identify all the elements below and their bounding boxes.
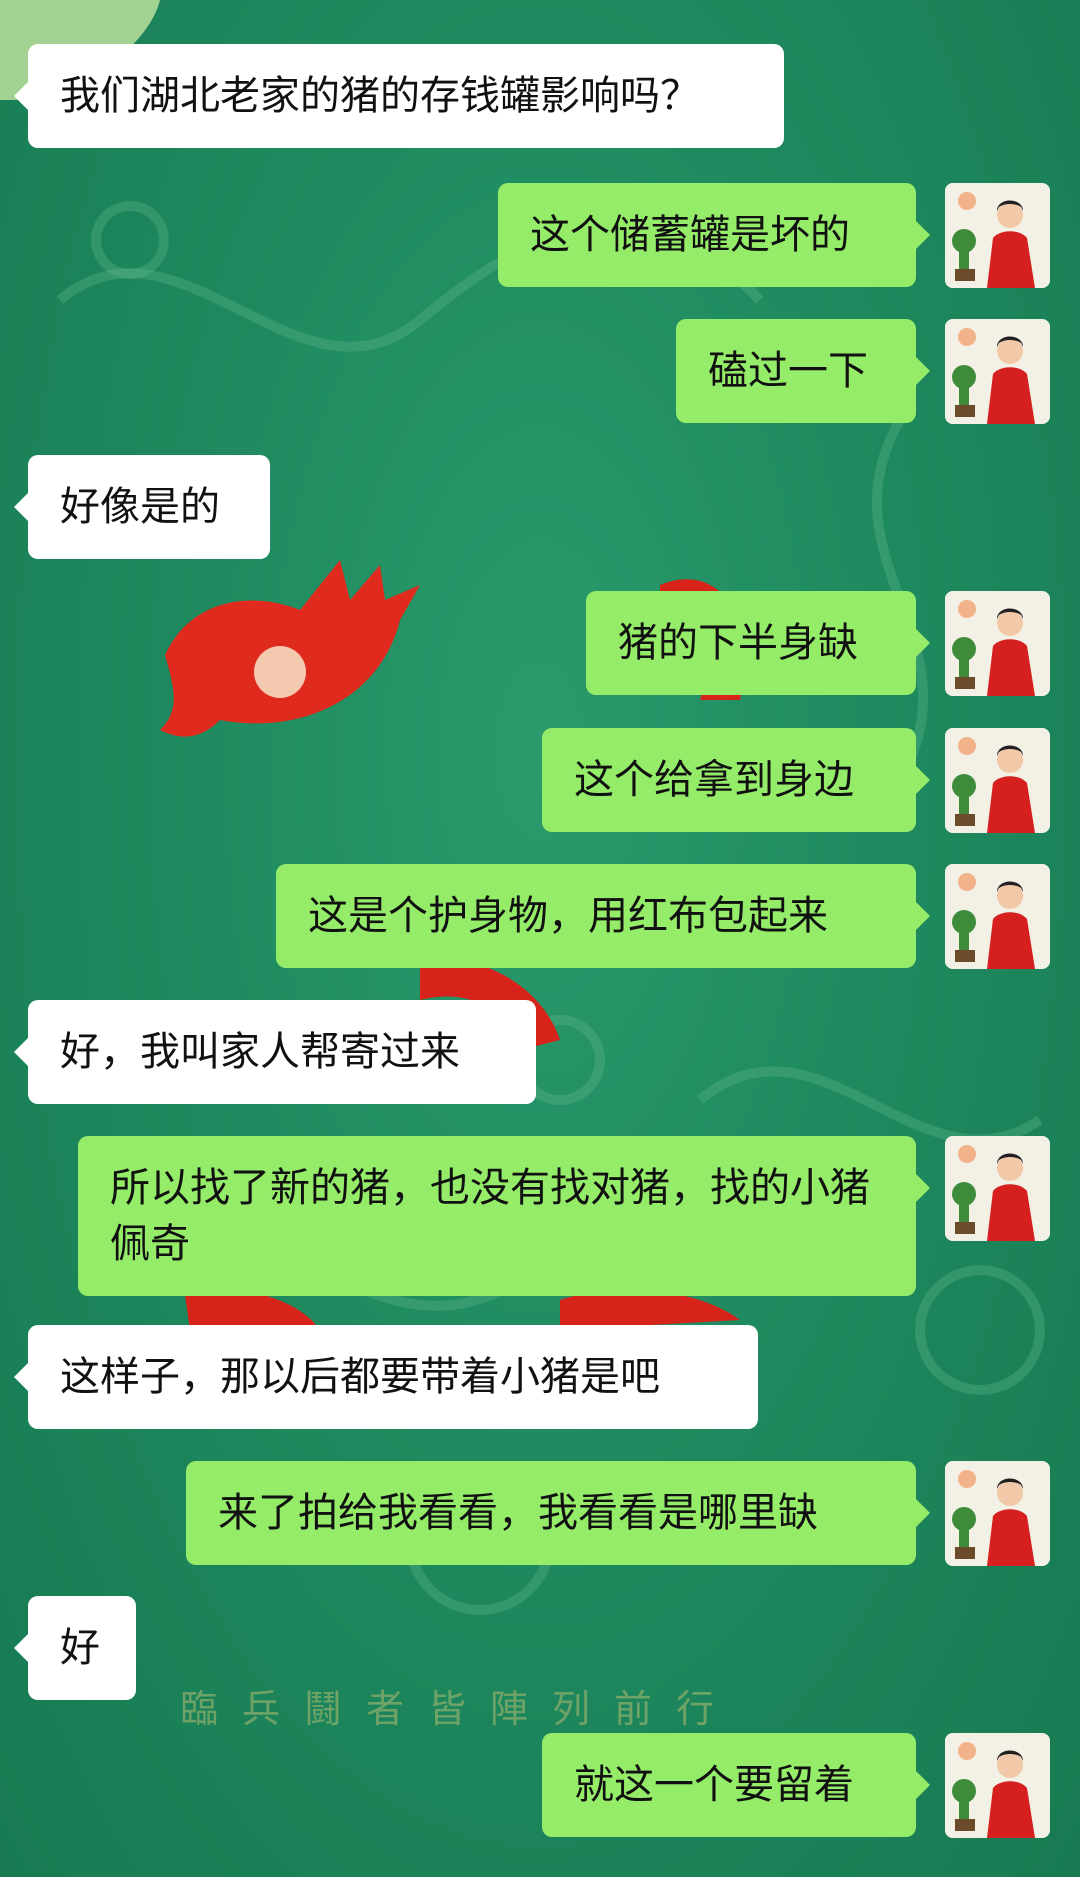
message-bubble-outgoing[interactable]: 就这一个要留着 <box>542 1733 930 1837</box>
avatar[interactable] <box>945 183 1050 288</box>
message-bubble-outgoing[interactable]: 这是个护身物，用红布包起来 <box>276 864 930 968</box>
message-bubble-outgoing[interactable]: 这个给拿到身边 <box>542 728 930 832</box>
avatar-woman-red-dress-icon <box>945 591 1050 696</box>
message-bubble-outgoing[interactable]: 这个储蓄罐是坏的 <box>498 183 930 287</box>
message-bubble-incoming[interactable]: 好，我叫家人帮寄过来 <box>14 1000 536 1104</box>
avatar-woman-red-dress-icon <box>945 1461 1050 1566</box>
avatar[interactable] <box>945 591 1050 696</box>
avatar[interactable] <box>945 319 1050 424</box>
message-bubble-outgoing[interactable]: 所以找了新的猪，也没有找对猪，找的小猪佩奇 <box>78 1136 930 1296</box>
avatar-woman-red-dress-icon <box>945 1733 1050 1838</box>
avatar-woman-red-dress-icon <box>945 728 1050 833</box>
avatar-woman-red-dress-icon <box>945 319 1050 424</box>
message-bubble-outgoing[interactable]: 磕过一下 <box>676 319 930 423</box>
message-bubble-outgoing[interactable]: 猪的下半身缺 <box>586 591 930 695</box>
message-bubble-incoming[interactable]: 好 <box>14 1596 136 1700</box>
message-bubble-incoming[interactable]: 我们湖北老家的猪的存钱罐影响吗？ <box>14 44 784 148</box>
avatar-woman-red-dress-icon <box>945 864 1050 969</box>
message-bubble-incoming[interactable]: 这样子，那以后都要带着小猪是吧 <box>14 1325 758 1429</box>
avatar-woman-red-dress-icon <box>945 183 1050 288</box>
avatar[interactable] <box>945 728 1050 833</box>
avatar[interactable] <box>945 1461 1050 1566</box>
wallpaper-text: 臨兵鬪者皆陣列前行 <box>180 1687 739 1731</box>
message-bubble-outgoing[interactable]: 来了拍给我看看，我看看是哪里缺 <box>186 1461 930 1565</box>
message-bubble-incoming[interactable]: 好像是的 <box>14 455 270 559</box>
avatar-woman-red-dress-icon <box>945 1136 1050 1241</box>
avatar[interactable] <box>945 1733 1050 1838</box>
red-bird-ornament <box>160 560 420 737</box>
avatar[interactable] <box>945 1136 1050 1241</box>
avatar[interactable] <box>945 864 1050 969</box>
